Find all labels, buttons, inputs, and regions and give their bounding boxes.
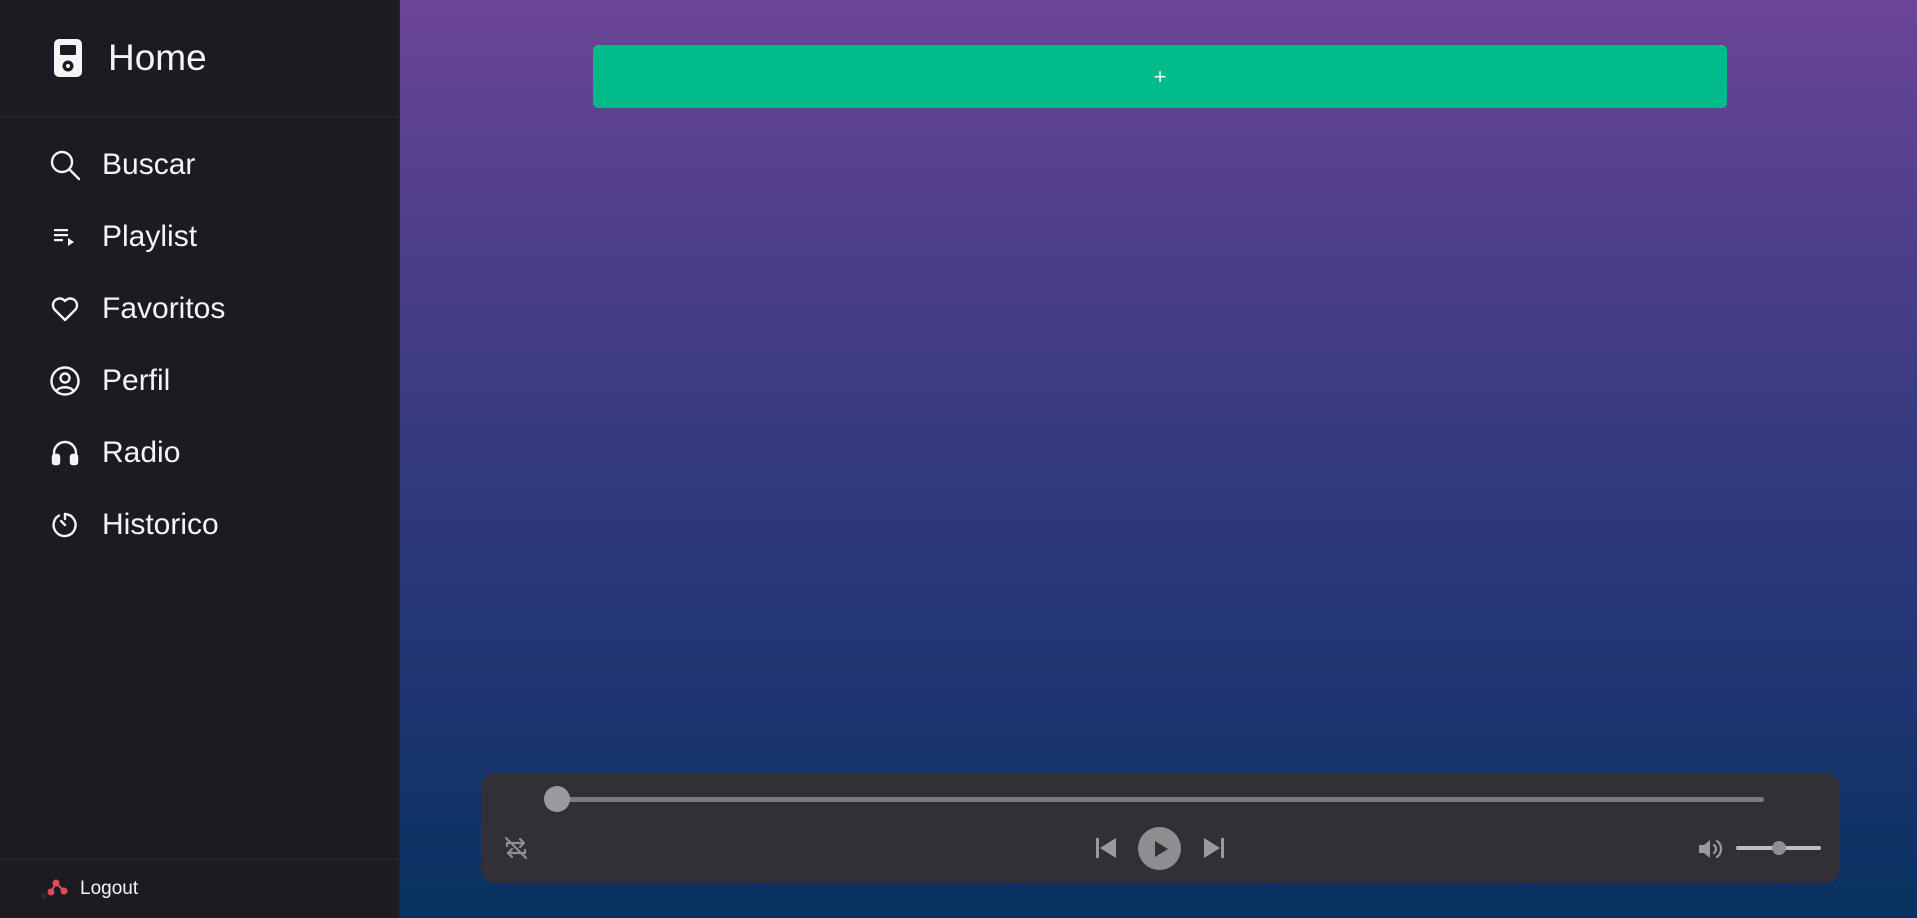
user-circle-icon	[48, 364, 82, 398]
sidebar-item-historico[interactable]: Historico	[0, 489, 398, 561]
sidebar-item-label: Buscar	[102, 148, 196, 181]
sidebar: Home Buscar Playlist Favoritos Perfil Ra…	[0, 0, 399, 918]
sidebar-item-radio[interactable]: Radio	[0, 417, 398, 489]
sidebar-nav: Buscar Playlist Favoritos Perfil Radio H…	[0, 129, 398, 561]
history-icon	[48, 508, 82, 542]
skip-next-icon[interactable]	[1199, 833, 1229, 863]
play-icon	[1154, 840, 1168, 857]
volume-icon[interactable]	[1695, 834, 1725, 864]
playlist-icon	[48, 220, 82, 254]
logout-label: Logout	[80, 878, 139, 899]
sidebar-item-buscar[interactable]: Buscar	[0, 129, 398, 201]
logout-icon	[40, 877, 68, 901]
search-icon	[48, 148, 82, 182]
music-player-icon	[52, 38, 84, 78]
sidebar-brand[interactable]: Home	[0, 0, 398, 117]
sidebar-item-label: Historico	[102, 508, 219, 541]
sidebar-item-favoritos[interactable]: Favoritos	[0, 273, 398, 345]
sidebar-item-label: Favoritos	[102, 292, 226, 325]
repeat-off-icon[interactable]	[501, 833, 531, 863]
sidebar-item-label: Radio	[102, 436, 181, 469]
headphones-icon	[48, 436, 82, 470]
sidebar-item-playlist[interactable]: Playlist	[0, 201, 398, 273]
music-player	[481, 773, 1840, 883]
main-content: +	[400, 0, 1917, 918]
volume-thumb[interactable]	[1771, 841, 1786, 855]
add-button[interactable]: +	[593, 45, 1727, 108]
sidebar-item-label: Playlist	[102, 220, 198, 253]
sidebar-item-label: Perfil	[102, 364, 171, 397]
play-button[interactable]	[1138, 827, 1181, 870]
logout-button[interactable]: Logout	[0, 859, 399, 918]
skip-previous-icon[interactable]	[1091, 833, 1121, 863]
brand-title: Home	[108, 37, 207, 78]
progress-thumb[interactable]	[544, 786, 570, 812]
heart-icon	[48, 292, 82, 326]
sidebar-item-perfil[interactable]: Perfil	[0, 345, 398, 417]
progress-bar[interactable]	[556, 797, 1764, 802]
